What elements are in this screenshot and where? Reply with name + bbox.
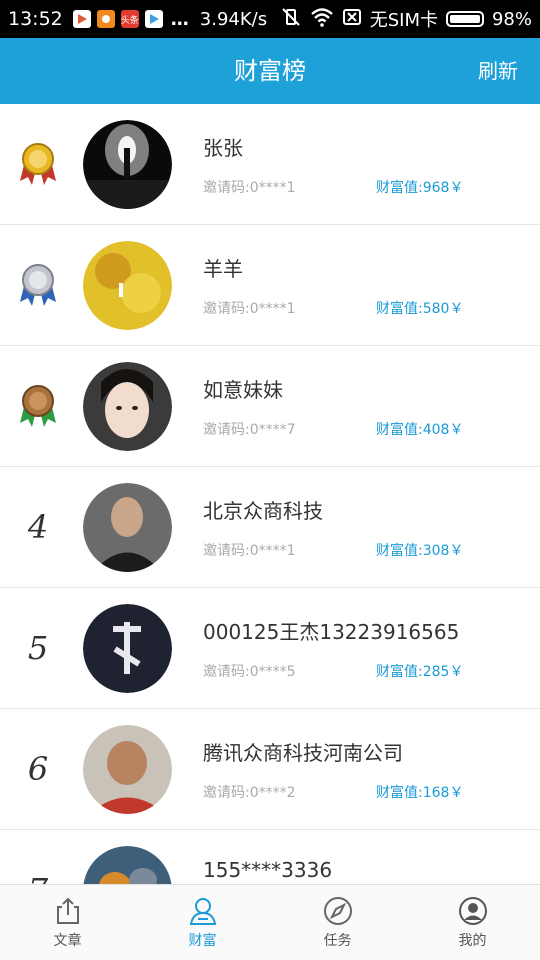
wealth-value: 财富值:580￥	[376, 301, 464, 317]
silver-medal-icon	[20, 264, 56, 306]
ranking-row[interactable]: 6 腾讯众商科技河南公司 邀请码:0****2 财富值:168￥	[0, 709, 540, 830]
tab-label: 我的	[458, 933, 487, 949]
user-name: 155****3336	[203, 858, 333, 882]
invite-code: 邀请码:0****7	[203, 422, 296, 438]
play-store-icon	[72, 10, 91, 28]
wifi-icon	[310, 7, 334, 32]
toutiao-icon-label: 头条	[120, 15, 139, 26]
wealth-icon	[189, 898, 216, 925]
compass-icon	[323, 897, 352, 925]
rank-badge: 6	[0, 709, 76, 829]
rank-badge: 5	[0, 588, 76, 708]
app-notification-icon	[96, 10, 115, 28]
rank-badge	[0, 346, 76, 466]
rank-badge	[0, 104, 76, 224]
ranking-list[interactable]: 张张 邀请码:0****1 财富值:968￥ 羊羊 邀请码:0****1 财富值…	[0, 104, 540, 884]
avatar[interactable]	[83, 604, 172, 693]
rank-badge	[0, 225, 76, 345]
bronze-medal-icon	[20, 385, 56, 427]
invite-code: 邀请码:0****1	[203, 301, 296, 317]
user-name: 000125王杰13223916565	[203, 620, 460, 644]
gold-medal-icon	[20, 143, 56, 185]
tab-label: 任务	[323, 933, 352, 949]
invite-code: 邀请码:0****1	[203, 543, 296, 559]
rank-number: 5	[27, 629, 49, 667]
user-name: 如意妹妹	[203, 378, 283, 402]
tab-articles[interactable]: 文章	[0, 885, 135, 960]
rank-badge: 4	[0, 467, 76, 587]
network-speed: 3.94K/s	[199, 8, 268, 30]
invite-code: 邀请码:0****1	[203, 180, 296, 196]
tab-profile[interactable]: 我的	[405, 885, 540, 960]
rank-number: 6	[27, 750, 49, 788]
wealth-value: 财富值:968￥	[376, 180, 464, 196]
tab-label: 财富	[188, 933, 217, 949]
user-name: 张张	[203, 136, 243, 160]
invite-code: 邀请码:0****2	[203, 785, 296, 801]
rank-number: 7	[28, 871, 48, 884]
ranking-row[interactable]: 7 155****3336	[0, 830, 540, 884]
avatar[interactable]	[83, 483, 172, 572]
avatar[interactable]	[83, 846, 172, 884]
top-bar: 财富榜 刷新	[0, 38, 540, 104]
status-time: 13:52	[8, 8, 63, 30]
sim-status: 无SIM卡	[369, 10, 438, 31]
no-sim-icon	[342, 8, 362, 31]
invite-code: 邀请码:0****5	[203, 664, 296, 680]
status-bar: 13:52 头条 … 3.94K/s 无SIM卡 98%	[0, 0, 540, 38]
battery-percent: 98%	[491, 8, 532, 30]
wealth-value: 财富值:285￥	[376, 664, 464, 680]
bottom-tab-bar: 文章 财富 任务 我的	[0, 884, 540, 960]
ranking-row[interactable]: 4 北京众商科技 邀请码:0****1 财富值:308￥	[0, 467, 540, 588]
rank-number: 4	[27, 508, 49, 546]
tab-wealth[interactable]: 财富	[135, 885, 270, 960]
avatar[interactable]	[83, 120, 172, 209]
wealth-value: 财富值:408￥	[376, 422, 464, 438]
user-name: 羊羊	[203, 257, 243, 281]
vibrate-off-icon	[280, 7, 302, 32]
avatar[interactable]	[83, 725, 172, 814]
page-title: 财富榜	[234, 57, 306, 85]
battery-icon	[445, 11, 484, 27]
avatar[interactable]	[83, 241, 172, 330]
tab-tasks[interactable]: 任务	[270, 885, 405, 960]
toutiao-icon: 头条	[120, 10, 139, 28]
user-name: 腾讯众商科技河南公司	[203, 741, 403, 765]
more-notifications-icon: …	[170, 8, 190, 30]
play-store-icon	[144, 10, 163, 28]
rank-badge: 7	[0, 830, 76, 884]
ranking-row[interactable]: 羊羊 邀请码:0****1 财富值:580￥	[0, 225, 540, 346]
avatar[interactable]	[83, 362, 172, 451]
user-name: 北京众商科技	[203, 499, 323, 523]
ranking-row[interactable]: 5 000125王杰13223916565 邀请码:0****5 财富值:285…	[0, 588, 540, 709]
share-icon	[56, 897, 79, 924]
tab-label: 文章	[53, 933, 82, 949]
wealth-value: 财富值:168￥	[376, 785, 464, 801]
wealth-value: 财富值:308￥	[376, 543, 464, 559]
ranking-row[interactable]: 如意妹妹 邀请码:0****7 财富值:408￥	[0, 346, 540, 467]
profile-icon	[458, 897, 487, 925]
refresh-button[interactable]: 刷新	[478, 38, 518, 104]
ranking-row[interactable]: 张张 邀请码:0****1 财富值:968￥	[0, 104, 540, 225]
